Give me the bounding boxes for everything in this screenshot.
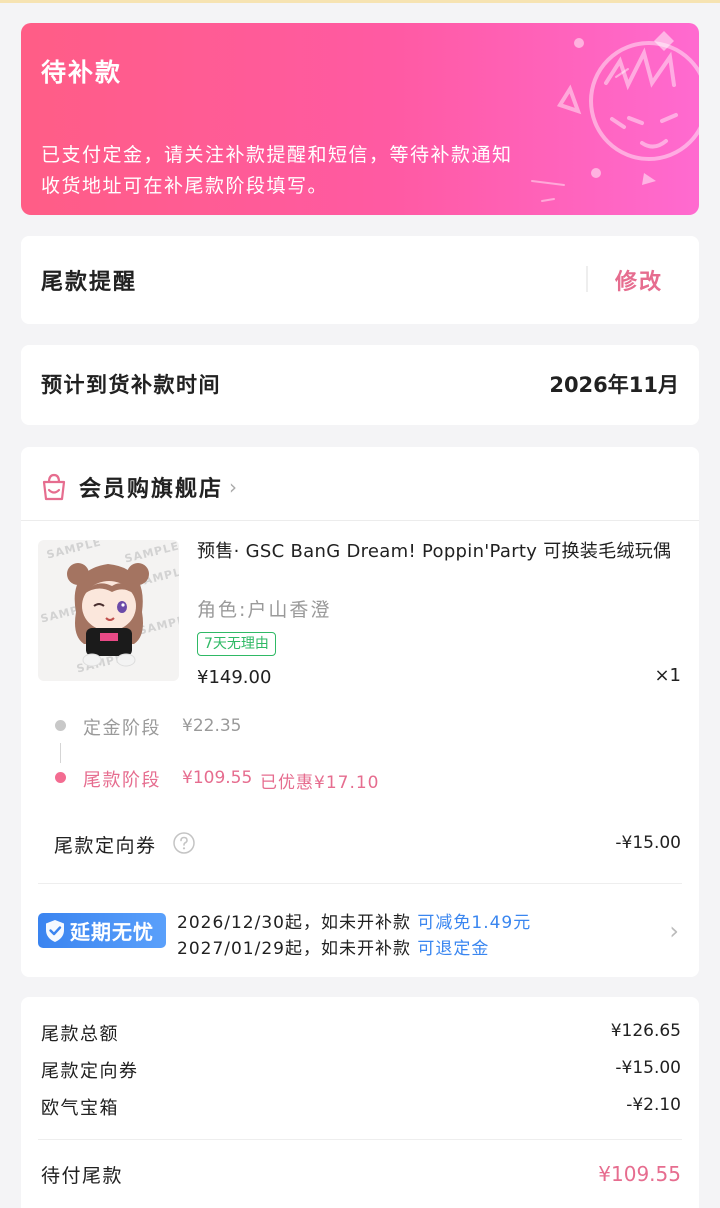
order-card: 会员购旗舰店 › SAMPLE SAMPLE SAMPLE SAMPLE SAM…	[21, 447, 699, 977]
stage-connector-line	[60, 743, 61, 763]
divider	[38, 883, 682, 884]
delay-line-2: 2027/01/29起，如未开补款 可退定金	[177, 934, 489, 959]
final-payment-reminder-row: 尾款提醒 修改	[21, 236, 699, 324]
arrival-value: 2026年11月	[549, 373, 679, 397]
banner-title: 待补款	[41, 58, 123, 87]
banner-description: 已支付定金，请关注补款提醒和短信，等待补款通知 收货地址可在补尾款阶段填写。	[41, 140, 513, 202]
shop-name: 会员购旗舰店	[79, 477, 224, 502]
delay-guarantee-badge: 延期无忧	[38, 913, 166, 948]
shop-bag-icon	[42, 473, 66, 501]
shop-link[interactable]: 会员购旗舰店 ›	[39, 467, 237, 507]
delay-line-2-highlight: 可退定金	[417, 939, 490, 959]
delay-line-1-highlight: 可减免1.49元	[417, 913, 532, 933]
final-stage-discount: 已优惠¥17.10	[260, 773, 380, 793]
reminder-label: 尾款提醒	[41, 270, 138, 295]
delay-details-chevron-icon[interactable]: ›	[669, 917, 679, 945]
summary-row-value: ¥126.65	[610, 1021, 681, 1041]
delay-line-2-text: 2027/01/29起，如未开补款	[177, 939, 411, 959]
delay-line-1-text: 2026/12/30起，如未开补款	[177, 913, 411, 933]
product-variant: 角色:户山香澄	[197, 599, 332, 621]
amount-due-label: 待付尾款	[41, 1165, 124, 1187]
divider	[38, 1139, 682, 1140]
amount-due-value: ¥109.55	[598, 1162, 681, 1186]
divider	[21, 520, 699, 521]
mascot-decoration-icon	[531, 31, 699, 202]
banner-desc-line-1: 已支付定金，请关注补款提醒和短信，等待补款通知	[41, 144, 513, 166]
deposit-stage-dot	[55, 720, 66, 731]
chevron-right-icon: ›	[229, 475, 238, 499]
summary-row-value: -¥15.00	[615, 1058, 681, 1078]
return-policy-badge: 7天无理由	[197, 632, 276, 656]
summary-row-label: 尾款定向券	[41, 1061, 139, 1082]
top-accent-line	[0, 0, 720, 3]
status-banner: 待补款 已支付定金，请关注补款提醒和短信，等待补款通知 收货地址可在补尾款阶段填…	[21, 23, 699, 215]
product-price: ¥149.00	[197, 667, 272, 688]
delay-badge-label: 延期无忧	[70, 920, 154, 944]
reminder-divider	[586, 266, 588, 292]
final-stage-dot	[55, 772, 66, 783]
coupon-value: -¥15.00	[615, 833, 681, 853]
edit-reminder-button[interactable]: 修改	[615, 264, 663, 296]
product-title[interactable]: 预售· GSC BanG Dream! Poppin'Party 可换装毛绒玩偶	[197, 540, 682, 564]
final-stage-label: 尾款阶段	[83, 770, 161, 791]
summary-row-value: -¥2.10	[626, 1095, 681, 1115]
banner-desc-line-2: 收货地址可在补尾款阶段填写。	[41, 175, 329, 197]
product-quantity: ×1	[654, 665, 681, 686]
payment-summary-card: 尾款总额 ¥126.65 尾款定向券 -¥15.00 欧气宝箱 -¥2.10 待…	[21, 997, 699, 1208]
plush-doll-picture	[67, 563, 149, 667]
summary-row-label: 尾款总额	[41, 1024, 119, 1045]
final-stage-amount: ¥109.55	[182, 768, 253, 788]
arrival-label: 预计到货补款时间	[41, 373, 221, 397]
delay-line-1: 2026/12/30起，如未开补款 可减免1.49元	[177, 908, 531, 933]
expected-arrival-row: 预计到货补款时间 2026年11月	[21, 345, 699, 425]
deposit-stage-label: 定金阶段	[83, 718, 161, 739]
product-image[interactable]: SAMPLE SAMPLE SAMPLE SAMPLE SAMPLE SAMPL…	[38, 540, 179, 681]
deposit-stage-amount: ¥22.35	[182, 716, 242, 736]
shield-check-icon	[46, 919, 64, 942]
coupon-label: 尾款定向券	[54, 835, 157, 857]
question-circle-icon[interactable]	[172, 831, 196, 855]
summary-row-label: 欧气宝箱	[41, 1098, 119, 1119]
